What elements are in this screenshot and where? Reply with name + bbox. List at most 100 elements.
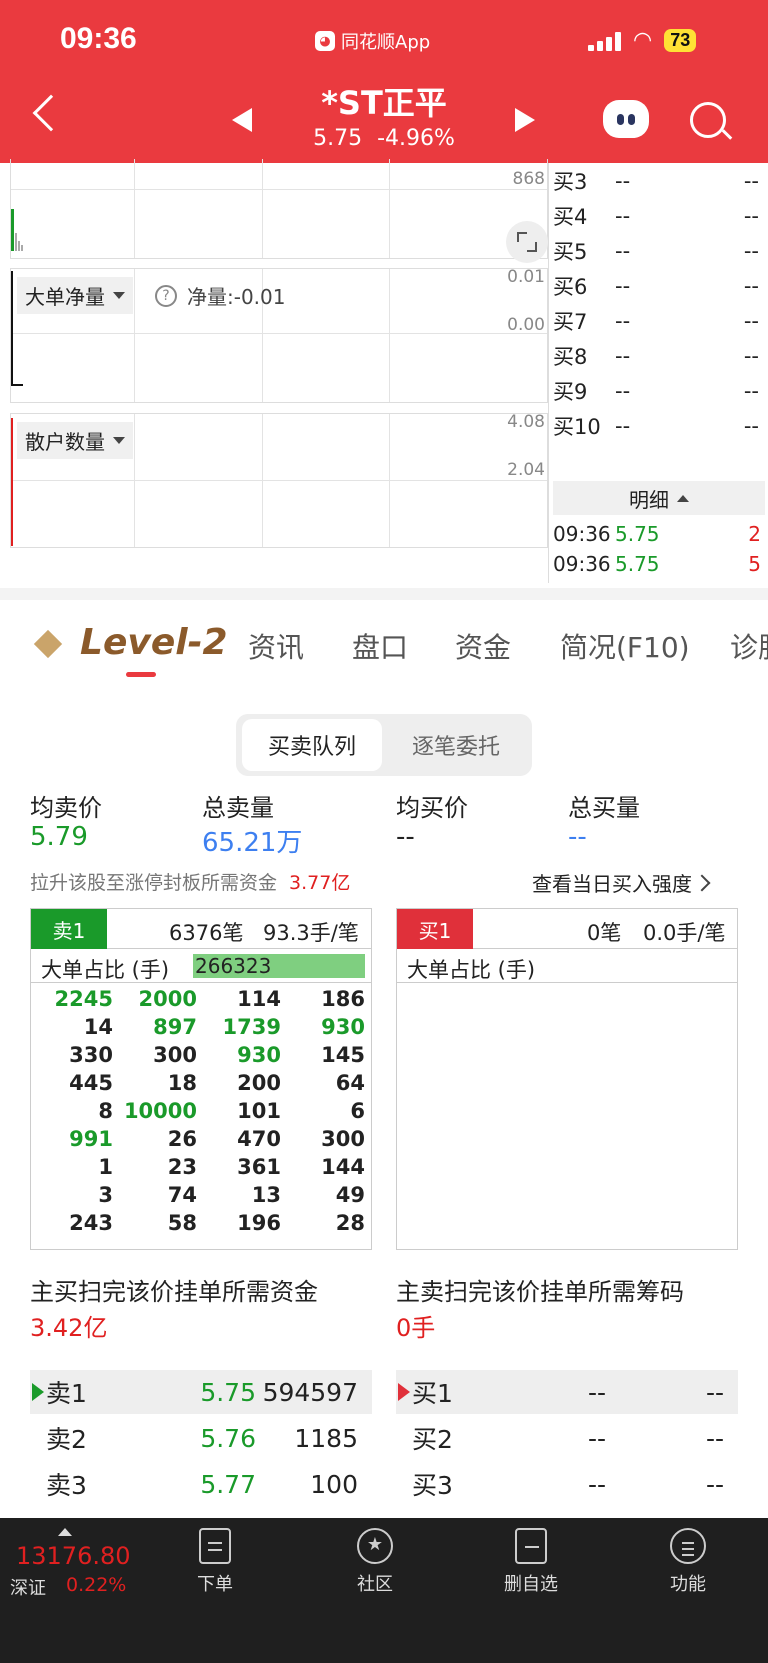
queue-order-cell: 2245 bbox=[54, 987, 113, 1011]
avg-buy-value: -- bbox=[396, 822, 415, 852]
queue-order-cell: 186 bbox=[321, 987, 365, 1011]
index-change: 0.22% bbox=[66, 1574, 127, 1596]
net-axis-top: 0.01 bbox=[507, 267, 545, 287]
assistant-robot-icon[interactable] bbox=[603, 100, 649, 138]
detail-toggle[interactable]: 明细 bbox=[553, 481, 765, 515]
trade-row: 09:36 5.75 5 bbox=[553, 552, 761, 576]
cellular-signal-icon bbox=[588, 31, 621, 51]
app-logo-icon: ◕ bbox=[315, 31, 335, 51]
tab-bar: Level-2 资讯 盘口 资金 简况(F10) 诊股 bbox=[0, 612, 768, 682]
buy-level-row[interactable]: 买2 -- -- bbox=[396, 1416, 738, 1460]
volume-axis-label: 868 bbox=[512, 169, 545, 189]
queue-order-cell: 58 bbox=[167, 1211, 197, 1235]
community-star-icon bbox=[357, 1528, 393, 1564]
tab-orderbook[interactable]: 盘口 bbox=[352, 626, 408, 666]
index-name: 深证 bbox=[10, 1578, 46, 1599]
queue-order-cell: 1739 bbox=[222, 1015, 281, 1039]
chevron-right-icon bbox=[693, 874, 711, 891]
book-row[interactable]: 买9 -- -- bbox=[553, 373, 765, 409]
total-sell-label: 总卖量 bbox=[202, 794, 274, 822]
status-indicators: ◠ 73 bbox=[588, 28, 697, 53]
queue-order-cell: 23 bbox=[167, 1155, 197, 1179]
sweep-buy-title: 主买扫完该价挂单所需资金 bbox=[30, 1278, 318, 1306]
nav-community[interactable]: 社区 bbox=[320, 1528, 430, 1596]
nav-functions[interactable]: 功能 bbox=[633, 1528, 743, 1596]
queue-order-cell: 991 bbox=[69, 1127, 113, 1151]
status-app-indicator[interactable]: ◕ 同花顺App bbox=[315, 28, 430, 54]
trade-row: 09:36 5.75 2 bbox=[553, 522, 761, 546]
buy-strength-link[interactable]: 查看当日买入强度 bbox=[532, 868, 711, 897]
queue-order-cell: 144 bbox=[321, 1155, 365, 1179]
next-stock-icon[interactable] bbox=[515, 108, 535, 132]
buy-queue-count: 0笔 bbox=[587, 921, 622, 945]
queue-order-cell: 145 bbox=[321, 1043, 365, 1067]
queue-order-cell: 470 bbox=[237, 1127, 281, 1151]
sell-queue-per: 93.3手/笔 bbox=[263, 921, 359, 945]
total-buy-value: -- bbox=[568, 822, 587, 852]
queue-order-cell: 243 bbox=[69, 1211, 113, 1235]
queue-order-cell: 897 bbox=[153, 1015, 197, 1039]
total-sell-value: 65.21万 bbox=[202, 828, 303, 858]
tab-funds[interactable]: 资金 bbox=[455, 626, 511, 666]
index-ticker[interactable]: 13176.80 深证 0.22% bbox=[0, 1518, 150, 1608]
index-value: 13176.80 bbox=[16, 1542, 131, 1570]
remove-watchlist-icon bbox=[515, 1528, 547, 1564]
book-row[interactable]: 买8 -- -- bbox=[553, 338, 765, 374]
sell-queue: 卖1 6376笔 93.3手/笔 大单占比 (手) 266323 2245 200… bbox=[30, 908, 372, 1250]
buy-big-order-ratio: 大单占比 (手) bbox=[397, 949, 737, 983]
sell-level-row[interactable]: 卖2 5.76 1185 bbox=[30, 1416, 372, 1460]
retail-line bbox=[11, 418, 13, 546]
nav-remove-watchlist[interactable]: 删自选 bbox=[476, 1528, 586, 1596]
expand-chart-icon[interactable] bbox=[506, 221, 548, 263]
net-axis-mid: 0.00 bbox=[507, 315, 545, 335]
book-row[interactable]: 买10 -- -- bbox=[553, 408, 765, 444]
sell-queue-count: 6376笔 bbox=[169, 921, 244, 945]
status-time: 09:36 bbox=[60, 22, 137, 55]
sell-level-row[interactable]: 卖1 5.75 594597 bbox=[30, 1370, 372, 1414]
book-row[interactable]: 买3 -- -- bbox=[553, 163, 765, 199]
big-order-ratio-bar: 266323 bbox=[193, 954, 365, 978]
buy-level-row[interactable]: 买3 -- -- bbox=[396, 1462, 738, 1506]
queue-order-cell: 300 bbox=[153, 1043, 197, 1067]
help-icon[interactable]: ? bbox=[155, 284, 177, 307]
queue-order-cell: 10000 bbox=[123, 1099, 197, 1123]
tab-f10[interactable]: 简况(F10) bbox=[560, 626, 690, 666]
queue-order-cell: 196 bbox=[237, 1211, 281, 1235]
queue-order-cell: 18 bbox=[167, 1071, 197, 1095]
limit-up-value: 3.77亿 bbox=[289, 872, 351, 894]
queue-order-cell: 49 bbox=[335, 1183, 365, 1207]
retail-count-selector[interactable]: 散户数量 bbox=[17, 422, 133, 459]
sell-level-row[interactable]: 卖3 5.77 100 bbox=[30, 1462, 372, 1506]
diamond-icon bbox=[33, 629, 63, 659]
book-row[interactable]: 买4 -- -- bbox=[553, 198, 765, 234]
queue-order-cell: 13 bbox=[251, 1183, 281, 1207]
queue-order-cell: 361 bbox=[237, 1155, 281, 1179]
search-icon[interactable] bbox=[690, 102, 726, 138]
tab-diagnosis[interactable]: 诊股 bbox=[730, 626, 768, 666]
book-row[interactable]: 买6 -- -- bbox=[553, 268, 765, 304]
tab-news[interactable]: 资讯 bbox=[248, 626, 304, 666]
caret-up-icon bbox=[58, 1528, 72, 1536]
queue-order-cell: 1 bbox=[98, 1155, 113, 1179]
queue-order-cell: 64 bbox=[335, 1071, 365, 1095]
buy-queue-badge: 买1 bbox=[397, 909, 473, 949]
book-row[interactable]: 买7 -- -- bbox=[553, 303, 765, 339]
queue-order-cell: 330 bbox=[69, 1043, 113, 1067]
order-doc-icon bbox=[199, 1528, 231, 1564]
net-volume-selector[interactable]: 大单净量 bbox=[17, 277, 133, 314]
avg-buy-label: 均买价 bbox=[396, 794, 468, 822]
nav-place-order[interactable]: 下单 bbox=[160, 1528, 270, 1596]
sweep-sell-value: 0手 bbox=[396, 1314, 436, 1342]
book-row[interactable]: 买5 -- -- bbox=[553, 233, 765, 269]
queue-order-cell: 28 bbox=[335, 1211, 365, 1235]
queue-order-cell: 930 bbox=[321, 1015, 365, 1039]
segment-queue[interactable]: 买卖队列 bbox=[242, 719, 382, 771]
avg-sell-label: 均卖价 bbox=[30, 794, 102, 822]
queue-order-cell: 930 bbox=[237, 1043, 281, 1067]
buy-level-row[interactable]: 买1 -- -- bbox=[396, 1370, 738, 1414]
chevron-down-icon bbox=[113, 437, 125, 444]
segment-tick-orders[interactable]: 逐笔委托 bbox=[386, 719, 526, 771]
tab-level2[interactable]: Level-2 bbox=[80, 622, 228, 663]
total-buy-label: 总买量 bbox=[568, 794, 640, 822]
sweep-sell-title: 主卖扫完该价挂单所需筹码 bbox=[396, 1278, 684, 1306]
